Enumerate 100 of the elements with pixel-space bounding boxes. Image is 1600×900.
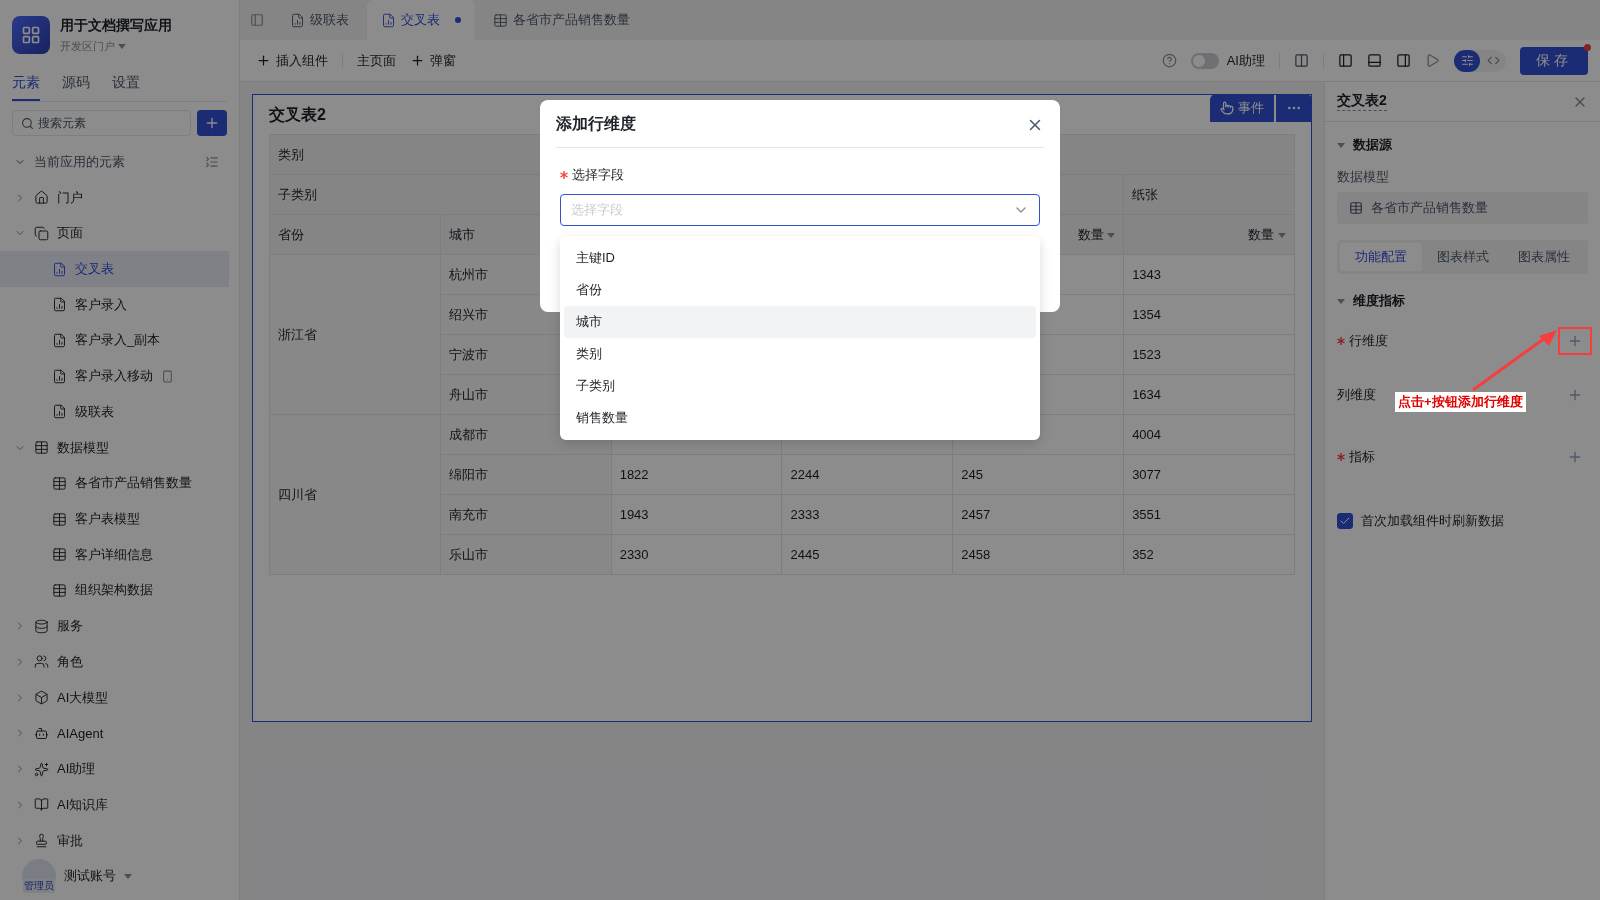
tree-item[interactable]: 客户录入_副本 [0, 322, 229, 359]
table-icon [34, 440, 49, 456]
robot-icon [34, 725, 49, 741]
sliders-icon [1460, 54, 1474, 67]
more-button[interactable] [1276, 94, 1312, 122]
field-label: 数据模型 [1336, 168, 1390, 186]
tree-item[interactable]: 客户录入 [0, 286, 229, 323]
assistant-toggle[interactable] [1190, 52, 1219, 69]
model-field[interactable]: 各省市产品销售数量 [1337, 192, 1588, 224]
table-cell: 乐山市 [440, 534, 612, 575]
sort-caret-icon[interactable] [1278, 230, 1286, 239]
sort-caret-icon[interactable] [1107, 230, 1116, 239]
sidebar-tab[interactable]: 元素 [12, 70, 40, 101]
page-chart-icon [52, 297, 67, 313]
event-button[interactable]: 事件 [1210, 94, 1274, 122]
settings-button[interactable] [1454, 49, 1480, 72]
config-tab[interactable]: 功能配置 [1340, 243, 1422, 271]
tree-section[interactable]: 当前应用的元素 [0, 144, 229, 180]
table-cell: 浙江省 [269, 254, 441, 415]
header-cell[interactable]: 数量 [1248, 226, 1275, 242]
tree-item[interactable]: 客户录入移动 [0, 358, 229, 395]
table-cell: 2445 [782, 534, 953, 575]
page-chart-icon [381, 12, 396, 28]
tree-item[interactable]: AI助理 [0, 751, 229, 787]
config-tab[interactable]: 图表样式 [1421, 243, 1504, 271]
tree-item[interactable]: 组织架构数据 [0, 572, 229, 609]
checkbox[interactable] [1337, 513, 1353, 529]
check-icon [1339, 515, 1351, 527]
sidebar-tab[interactable]: 源码 [62, 70, 90, 101]
page-tab[interactable]: 级联表 [276, 0, 363, 40]
collapse-icon[interactable] [205, 154, 219, 169]
tree-item[interactable]: 客户表模型 [0, 501, 229, 537]
table-cell: 2457 [952, 494, 1124, 535]
tree-item[interactable]: AI知识库 [0, 786, 229, 823]
search-field[interactable]: 搜索元素 [12, 110, 191, 136]
tree-item[interactable]: 级联表 [0, 394, 229, 430]
tree-item[interactable]: 角色 [0, 644, 229, 680]
table-cell: 绵阳市 [440, 454, 612, 495]
tree-item[interactable]: AI大模型 [0, 679, 229, 716]
user-menu[interactable]: 管理员 测试账号 [8, 858, 231, 895]
tree-item[interactable]: 数据模型 [0, 429, 229, 466]
add-button[interactable] [1558, 327, 1592, 355]
tree-item[interactable]: 服务 [0, 608, 229, 645]
search-icon [21, 116, 34, 130]
table-cell: 2458 [952, 534, 1124, 575]
right-panel-icon[interactable] [1396, 53, 1411, 68]
caret-icon [124, 872, 132, 881]
caret-icon [118, 41, 127, 50]
table-cell: 1523 [1123, 334, 1295, 375]
add-button[interactable] [197, 110, 227, 136]
sidebar-toggle-icon[interactable] [250, 13, 264, 27]
home-page-button[interactable]: 主页面 [357, 51, 396, 70]
caret-icon[interactable] [1337, 297, 1345, 305]
pointer-icon [1220, 101, 1234, 115]
home-icon [34, 190, 49, 206]
page-tab[interactable]: 各省市产品销售数量 [479, 0, 644, 40]
avatar: 管理员 [22, 859, 56, 894]
caret-icon[interactable] [1337, 141, 1345, 149]
dialog-title: 添加行维度 [556, 114, 636, 134]
tree-item[interactable]: AIAgent [0, 715, 229, 752]
table-icon [52, 475, 67, 491]
plus-icon [1567, 449, 1583, 465]
popup-button[interactable]: 弹窗 [410, 51, 456, 70]
tree-item[interactable]: 审批 [0, 822, 229, 859]
bottom-panel-icon[interactable] [1367, 53, 1382, 68]
page-tab[interactable]: 交叉表 [367, 0, 475, 40]
table-cell: 352 [1123, 534, 1295, 575]
table-cell: 245 [952, 454, 1124, 495]
user-name: 测试账号 [64, 867, 116, 886]
code-icon [1486, 54, 1500, 67]
left-panel-icon[interactable] [1338, 53, 1353, 68]
plus-icon [204, 115, 220, 131]
help-icon[interactable] [1161, 53, 1177, 68]
tree-item[interactable]: 页面 [0, 215, 229, 252]
cube-icon [34, 690, 49, 706]
plus-icon [1567, 387, 1583, 403]
page-chart-icon [290, 12, 305, 28]
sparkles-icon [34, 761, 49, 777]
tree-item[interactable]: 客户详细信息 [0, 536, 229, 573]
insert-component-button[interactable]: 插入组件 [256, 51, 328, 70]
dropdown-option[interactable]: 城市 [564, 306, 1036, 338]
card-title: 交叉表2 [269, 105, 326, 125]
table-cell: 2333 [782, 494, 953, 535]
columns-icon[interactable] [1294, 53, 1309, 68]
users-icon [34, 654, 49, 670]
tree-item[interactable]: 门户 [0, 179, 229, 216]
tree-item[interactable]: 各省市产品销售数量 [0, 465, 229, 502]
config-tab[interactable]: 图表属性 [1503, 243, 1585, 271]
plus-icon [410, 53, 425, 68]
app-name: 用于文档撰写应用 [60, 16, 172, 35]
table-icon [52, 547, 67, 563]
tree-item[interactable]: 交叉表 [0, 251, 229, 287]
header-cell[interactable]: 数量 [1077, 226, 1104, 242]
save-button[interactable]: 保存 [1520, 46, 1588, 75]
table-cell: 3077 [1123, 454, 1295, 495]
table-cell: 3551 [1123, 494, 1295, 535]
play-icon[interactable] [1425, 53, 1440, 68]
pages-icon [34, 225, 49, 241]
sidebar-tab[interactable]: 设置 [112, 70, 140, 101]
checkbox-label: 首次加载组件时刷新数据 [1361, 512, 1504, 530]
